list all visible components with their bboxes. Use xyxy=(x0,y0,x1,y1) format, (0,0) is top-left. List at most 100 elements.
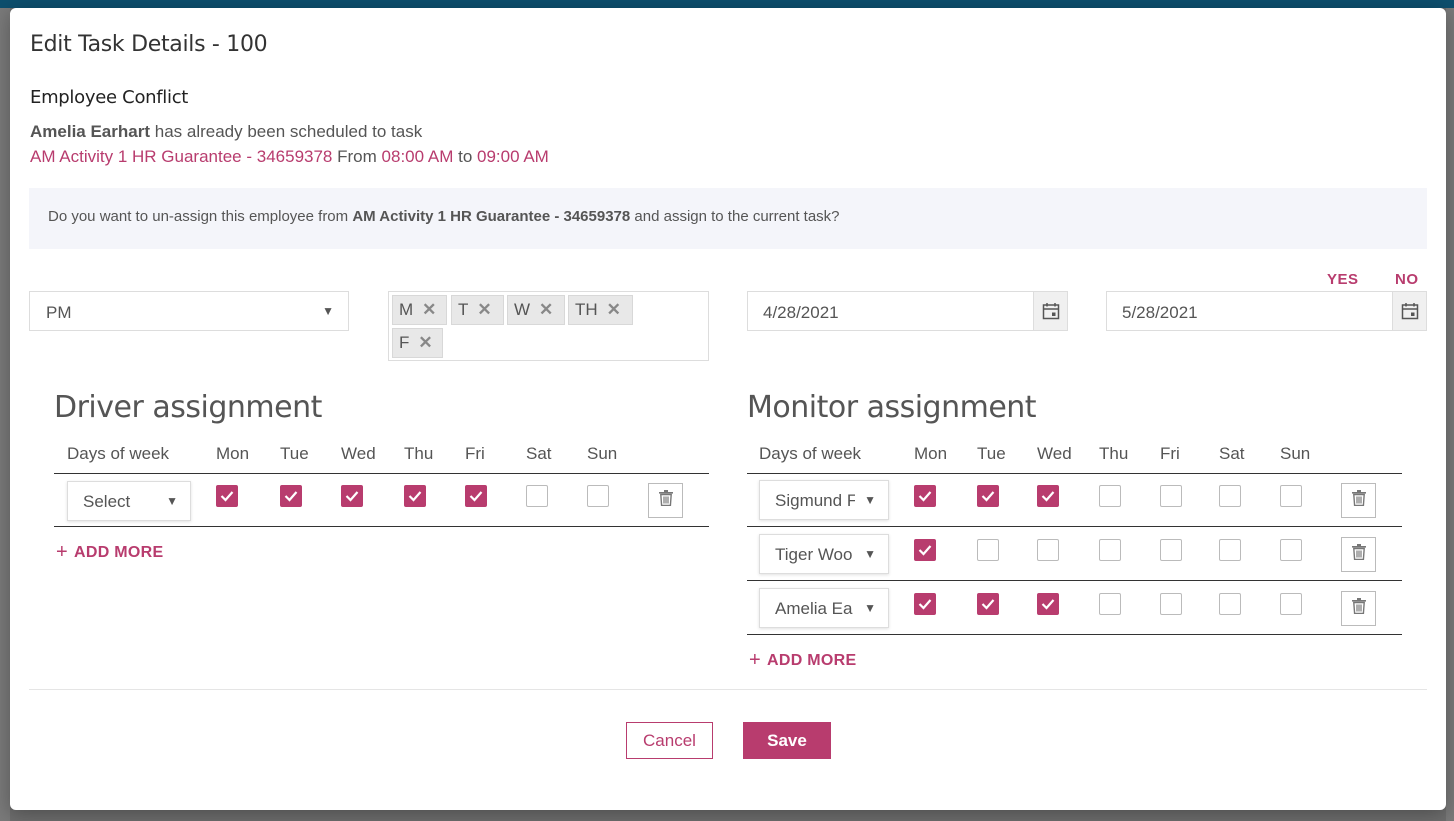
driver-checkbox-sat[interactable] xyxy=(526,485,548,507)
plus-icon: + xyxy=(56,541,68,563)
conflict-to-label: to xyxy=(458,147,473,166)
close-icon[interactable]: ✕ xyxy=(418,333,432,353)
monitor-header-sat: Sat xyxy=(1219,444,1245,463)
driver-checkbox-mon[interactable] xyxy=(216,485,238,507)
monitor-checkbox-tue[interactable] xyxy=(977,593,999,615)
driver-checkbox-tue[interactable] xyxy=(280,485,302,507)
day-chip-label: F xyxy=(399,333,410,352)
driver-header-tue: Tue xyxy=(280,444,309,463)
monitor-checkbox-wed[interactable] xyxy=(1037,485,1059,507)
monitor-checkbox-mon[interactable] xyxy=(914,485,936,507)
edit-task-modal: Edit Task Details - 100 Employee Conflic… xyxy=(10,8,1446,810)
trash-icon xyxy=(1351,544,1366,565)
driver-header-thu: Thu xyxy=(404,444,434,463)
start-date-field[interactable]: 4/28/2021 xyxy=(747,291,1068,331)
monitor-employee-select[interactable]: Amelia Ea ▼ xyxy=(759,588,889,628)
monitor-checkbox-sat[interactable] xyxy=(1219,539,1241,561)
monitor-header-divider xyxy=(747,473,1402,474)
driver-checkbox-wed[interactable] xyxy=(341,485,363,507)
monitor-checkbox-wed[interactable] xyxy=(1037,593,1059,615)
monitor-checkbox-sun[interactable] xyxy=(1280,485,1302,507)
driver-header-days: Days of week xyxy=(67,444,170,463)
trash-icon xyxy=(658,490,673,511)
monitor-header-wed: Wed xyxy=(1037,444,1072,463)
driver-delete-button[interactable] xyxy=(648,483,683,518)
monitor-row-divider xyxy=(747,526,1402,527)
monitor-checkbox-sat[interactable] xyxy=(1219,485,1241,507)
conflict-task-name: AM Activity 1 HR Guarantee - 34659378 xyxy=(30,147,333,166)
no-button[interactable]: NO xyxy=(1395,271,1419,288)
day-chip: T ✕ xyxy=(451,295,504,325)
conflict-employee-name: Amelia Earhart xyxy=(30,122,150,141)
monitor-checkbox-fri[interactable] xyxy=(1160,539,1182,561)
unassign-question-banner: Do you want to un-assign this employee f… xyxy=(29,188,1427,249)
monitor-employee-value: Tiger Woo xyxy=(775,545,853,564)
plus-icon: + xyxy=(749,649,761,671)
monitor-employee-select[interactable]: Tiger Woo ▼ xyxy=(759,534,889,574)
close-icon[interactable]: ✕ xyxy=(477,300,491,320)
monitor-delete-button[interactable] xyxy=(1341,483,1376,518)
save-button[interactable]: Save xyxy=(743,722,831,759)
day-chip: F ✕ xyxy=(392,328,443,358)
driver-checkbox-thu[interactable] xyxy=(404,485,426,507)
banner-text: Do you want to un-assign this employee f… xyxy=(48,208,840,225)
driver-add-more-label: ADD MORE xyxy=(73,544,164,561)
close-icon[interactable]: ✕ xyxy=(422,300,436,320)
driver-add-more-button[interactable]: + ADD MORE xyxy=(56,541,164,564)
monitor-checkbox-tue[interactable] xyxy=(977,539,999,561)
monitor-delete-button[interactable] xyxy=(1341,537,1376,572)
day-chip: M ✕ xyxy=(392,295,447,325)
monitor-checkbox-thu[interactable] xyxy=(1099,593,1121,615)
chevron-down-icon: ▼ xyxy=(864,547,876,561)
monitor-checkbox-mon[interactable] xyxy=(914,593,936,615)
close-icon[interactable]: ✕ xyxy=(539,300,553,320)
chevron-down-icon: ▼ xyxy=(322,304,334,318)
conflict-to-time: 09:00 AM xyxy=(477,147,549,166)
day-chip-label: W xyxy=(514,300,531,319)
monitor-header-sun: Sun xyxy=(1280,444,1311,463)
background-app-left xyxy=(0,8,10,821)
monitor-header-tue: Tue xyxy=(977,444,1006,463)
conflict-from-label: From xyxy=(337,147,377,166)
period-select-value: PM xyxy=(46,303,72,322)
days-multiselect[interactable]: M ✕ T ✕ W ✕ TH ✕ F ✕ xyxy=(388,291,709,361)
monitor-checkbox-sun[interactable] xyxy=(1280,539,1302,561)
day-chip-label: T xyxy=(458,300,469,319)
calendar-icon[interactable] xyxy=(1392,292,1426,330)
driver-employee-value: Select xyxy=(83,492,131,511)
yes-button[interactable]: YES xyxy=(1327,271,1359,288)
close-icon[interactable]: ✕ xyxy=(607,300,621,320)
period-select[interactable]: PM ▼ xyxy=(29,291,349,331)
start-date-value: 4/28/2021 xyxy=(763,303,839,322)
monitor-checkbox-thu[interactable] xyxy=(1099,539,1121,561)
driver-header-wed: Wed xyxy=(341,444,376,463)
chevron-down-icon: ▼ xyxy=(166,494,178,508)
monitor-row-divider xyxy=(747,580,1402,581)
day-chip-label: M xyxy=(399,300,414,319)
calendar-icon[interactable] xyxy=(1033,292,1067,330)
end-date-value: 5/28/2021 xyxy=(1122,303,1198,322)
monitor-checkbox-sat[interactable] xyxy=(1219,593,1241,615)
driver-header-fri: Fri xyxy=(465,444,485,463)
trash-icon xyxy=(1351,490,1366,511)
driver-checkbox-fri[interactable] xyxy=(465,485,487,507)
monitor-checkbox-wed[interactable] xyxy=(1037,539,1059,561)
driver-employee-select[interactable]: Select ▼ xyxy=(67,481,191,521)
monitor-checkbox-fri[interactable] xyxy=(1160,593,1182,615)
conflict-scheduled-text: has already been scheduled to task xyxy=(154,122,423,141)
monitor-checkbox-mon[interactable] xyxy=(914,539,936,561)
end-date-field[interactable]: 5/28/2021 xyxy=(1106,291,1427,331)
monitor-employee-value: Sigmund F xyxy=(775,491,855,510)
day-chip-label: TH xyxy=(575,300,598,319)
monitor-header-days: Days of week xyxy=(759,444,862,463)
monitor-delete-button[interactable] xyxy=(1341,591,1376,626)
driver-checkbox-sun[interactable] xyxy=(587,485,609,507)
banner-prefix: Do you want to un-assign this employee f… xyxy=(48,208,349,225)
monitor-checkbox-thu[interactable] xyxy=(1099,485,1121,507)
monitor-checkbox-fri[interactable] xyxy=(1160,485,1182,507)
monitor-checkbox-tue[interactable] xyxy=(977,485,999,507)
monitor-employee-select[interactable]: Sigmund F ▼ xyxy=(759,480,889,520)
monitor-add-more-button[interactable]: + ADD MORE xyxy=(749,649,857,672)
monitor-checkbox-sun[interactable] xyxy=(1280,593,1302,615)
cancel-button[interactable]: Cancel xyxy=(626,722,713,759)
